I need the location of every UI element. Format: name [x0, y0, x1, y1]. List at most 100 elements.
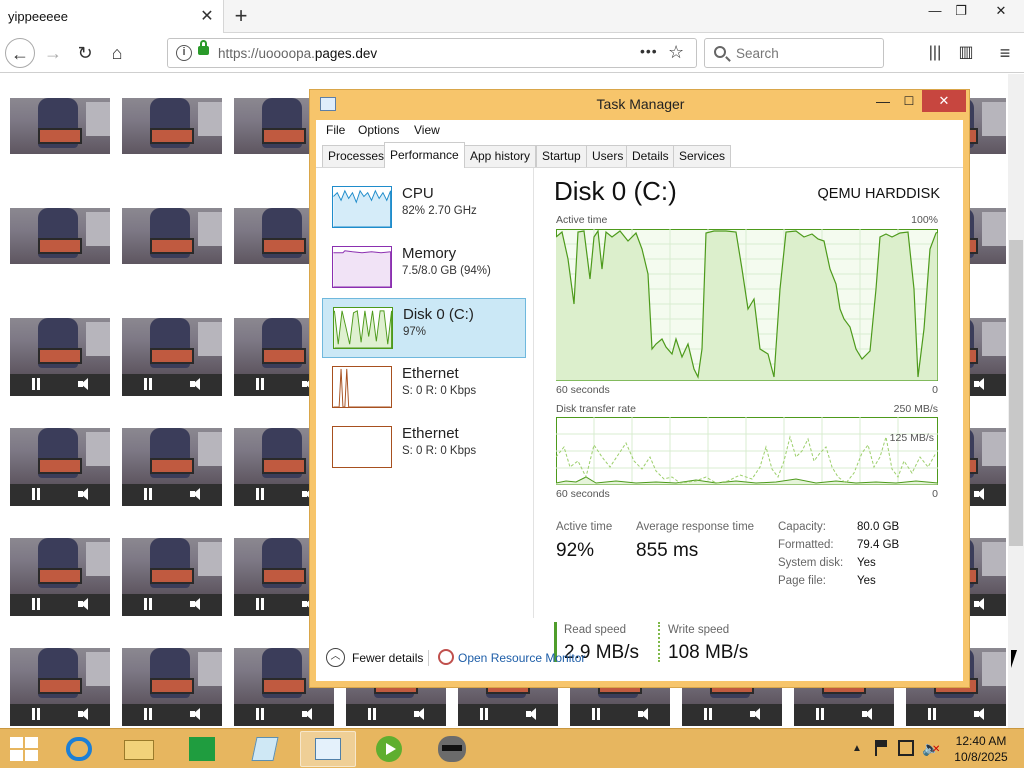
- video-thumbnail[interactable]: [10, 428, 110, 506]
- restore-window-button[interactable]: ❐: [944, 0, 978, 22]
- action-center-flag-icon[interactable]: [875, 740, 889, 756]
- media-player-icon[interactable]: [362, 731, 418, 767]
- pause-icon[interactable]: [142, 488, 154, 500]
- network-icon[interactable]: [898, 740, 914, 756]
- sidebar-icon[interactable]: ▥: [951, 38, 981, 68]
- site-info-icon[interactable]: i: [176, 45, 192, 61]
- home-button[interactable]: ⌂: [102, 38, 132, 68]
- volume-icon[interactable]: [190, 707, 208, 721]
- volume-icon[interactable]: [974, 597, 992, 611]
- tab-startup[interactable]: Startup: [536, 145, 587, 167]
- url-text[interactable]: https://uoooopa.pages.dev: [218, 46, 377, 61]
- reload-button[interactable]: ↻: [70, 38, 100, 68]
- page-actions-icon[interactable]: •••: [640, 43, 658, 59]
- close-window-button[interactable]: ✕: [984, 0, 1018, 22]
- volume-icon[interactable]: [190, 377, 208, 391]
- clock-date[interactable]: 10/8/2025: [950, 750, 1012, 764]
- tab-users[interactable]: Users: [586, 145, 630, 167]
- pause-icon[interactable]: [590, 708, 602, 720]
- pause-icon[interactable]: [254, 488, 266, 500]
- resource-item-cpu[interactable]: CPU 82% 2.70 GHz: [322, 178, 526, 238]
- new-tab-button[interactable]: +: [228, 3, 254, 29]
- pause-icon[interactable]: [926, 708, 938, 720]
- volume-icon[interactable]: [414, 707, 432, 721]
- volume-icon[interactable]: [750, 707, 768, 721]
- volume-icon[interactable]: [302, 707, 320, 721]
- store-icon[interactable]: [175, 731, 231, 767]
- library-icon[interactable]: |||: [920, 38, 950, 68]
- pause-icon[interactable]: [366, 708, 378, 720]
- volume-icon[interactable]: [190, 487, 208, 501]
- volume-icon[interactable]: [862, 707, 880, 721]
- show-hidden-icons-icon[interactable]: ▲: [852, 743, 862, 754]
- volume-icon[interactable]: [78, 707, 96, 721]
- tab-processes[interactable]: Processes: [322, 145, 391, 167]
- volume-icon[interactable]: [526, 707, 544, 721]
- video-thumbnail[interactable]: [122, 98, 222, 154]
- video-thumbnail[interactable]: [122, 318, 222, 396]
- tab-details[interactable]: Details: [626, 145, 675, 167]
- internet-explorer-icon[interactable]: [52, 731, 108, 767]
- pause-icon[interactable]: [254, 378, 266, 390]
- volume-icon[interactable]: [78, 597, 96, 611]
- pause-icon[interactable]: [30, 488, 42, 500]
- clock-time[interactable]: 12:40 AM: [950, 734, 1012, 748]
- video-thumbnail[interactable]: [10, 318, 110, 396]
- volume-icon[interactable]: [974, 487, 992, 501]
- volume-icon[interactable]: [974, 377, 992, 391]
- tab-services[interactable]: Services: [673, 145, 732, 167]
- open-resource-monitor-link[interactable]: Open Resource Monitor: [458, 651, 585, 665]
- scrollbar-thumb[interactable]: [1009, 240, 1023, 546]
- pause-icon[interactable]: [814, 708, 826, 720]
- menu-icon[interactable]: ≡: [990, 38, 1020, 68]
- volume-icon[interactable]: [974, 707, 992, 721]
- raccoon-app-icon[interactable]: [424, 731, 480, 767]
- close-button[interactable]: ✕: [922, 90, 966, 112]
- menu-options[interactable]: Options: [358, 123, 399, 137]
- pause-icon[interactable]: [142, 378, 154, 390]
- forward-button[interactable]: →: [38, 38, 68, 68]
- pause-icon[interactable]: [478, 708, 490, 720]
- pause-icon[interactable]: [142, 708, 154, 720]
- maximize-button[interactable]: ☐: [896, 90, 922, 112]
- start-button[interactable]: [10, 737, 38, 761]
- bookmark-star-icon[interactable]: ☆: [668, 42, 684, 63]
- video-thumbnail[interactable]: [122, 428, 222, 506]
- video-thumbnail[interactable]: [10, 208, 110, 264]
- video-thumbnail[interactable]: [10, 648, 110, 726]
- fewer-details-button[interactable]: Fewer details: [352, 651, 423, 665]
- task-manager-taskbar-icon[interactable]: [300, 731, 356, 767]
- volume-icon[interactable]: [78, 377, 96, 391]
- pause-icon[interactable]: [702, 708, 714, 720]
- url-bar[interactable]: i https://uoooopa.pages.dev ••• ☆: [167, 38, 697, 68]
- menu-view[interactable]: View: [414, 123, 440, 137]
- pause-icon[interactable]: [30, 598, 42, 610]
- video-thumbnail[interactable]: [10, 538, 110, 616]
- pause-icon[interactable]: [30, 378, 42, 390]
- resource-item-ethernet-1[interactable]: Ethernet S: 0 R: 0 Kbps: [322, 358, 526, 418]
- volume-icon[interactable]: [638, 707, 656, 721]
- volume-icon[interactable]: [190, 597, 208, 611]
- pause-icon[interactable]: [254, 708, 266, 720]
- chevron-up-icon[interactable]: ︿: [326, 648, 345, 667]
- search-input[interactable]: Search: [704, 38, 884, 68]
- close-tab-icon[interactable]: ✕: [196, 6, 218, 28]
- notepad-icon[interactable]: [238, 731, 294, 767]
- video-thumbnail[interactable]: [122, 538, 222, 616]
- file-explorer-icon[interactable]: [112, 731, 168, 767]
- back-button[interactable]: ←: [5, 38, 35, 68]
- browser-tab[interactable]: yippeeeee ✕: [0, 0, 224, 33]
- menu-file[interactable]: File: [326, 123, 345, 137]
- video-thumbnail[interactable]: [122, 208, 222, 264]
- resource-item-memory[interactable]: Memory 7.5/8.0 GB (94%): [322, 238, 526, 298]
- pause-icon[interactable]: [254, 598, 266, 610]
- video-thumbnail[interactable]: [122, 648, 222, 726]
- tab-app-history[interactable]: App history: [464, 145, 537, 167]
- tab-performance[interactable]: Performance: [384, 142, 465, 168]
- video-thumbnail[interactable]: [10, 98, 110, 154]
- pause-icon[interactable]: [142, 598, 154, 610]
- resource-item-disk[interactable]: Disk 0 (C:) 97%: [322, 298, 526, 358]
- minimize-button[interactable]: —: [870, 90, 896, 112]
- volume-icon[interactable]: [78, 487, 96, 501]
- pause-icon[interactable]: [30, 708, 42, 720]
